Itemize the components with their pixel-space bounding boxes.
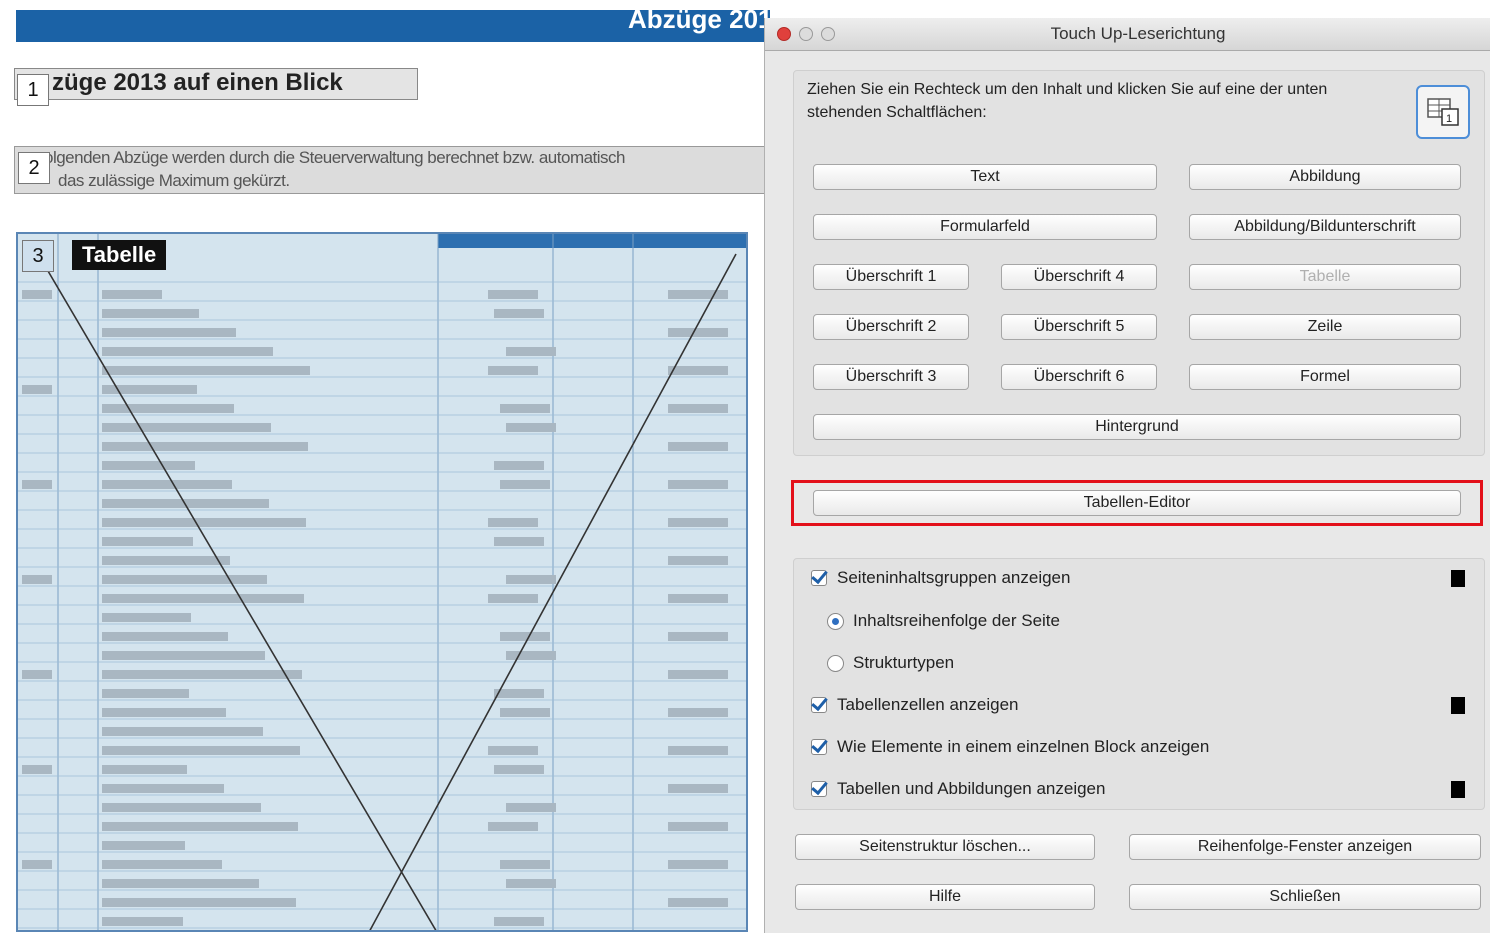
svg-text:1: 1 xyxy=(1446,113,1452,125)
page-content-order-label: Inhaltsreihenfolge der Seite xyxy=(853,611,1060,630)
table-cells-color-swatch[interactable] xyxy=(1451,697,1465,714)
document-banner-text: Abzüge 2013 auf einen Blick xyxy=(628,4,770,34)
show-page-content-groups-label: Seiteninhaltsgruppen anzeigen xyxy=(837,568,1071,587)
cell-button[interactable]: Zeile xyxy=(1189,314,1461,340)
heading-4-button[interactable]: Überschrift 4 xyxy=(1001,264,1157,290)
document-paragraph: olgenden Abzüge werden durch die Steuerv… xyxy=(44,146,764,192)
heading-6-button[interactable]: Überschrift 6 xyxy=(1001,364,1157,390)
table-button[interactable]: Tabelle xyxy=(1189,264,1461,290)
paragraph-line-2: das zulässige Maximum gekürzt. xyxy=(58,171,290,190)
structure-types-label: Strukturtypen xyxy=(853,653,955,672)
document-page: Abzüge 2013 auf einen Blick züge 2013 au… xyxy=(0,0,770,933)
table-block-highlight[interactable] xyxy=(16,232,748,932)
show-order-panel-button[interactable]: Reihenfolge-Fenster anzeigen xyxy=(1129,834,1481,860)
figure-caption-button[interactable]: Abbildung/Bildunterschrift xyxy=(1189,214,1461,240)
table-grid-graphic xyxy=(18,234,746,930)
heading-3-button[interactable]: Überschrift 3 xyxy=(813,364,969,390)
show-table-cells-label: Tabellenzellen anzeigen xyxy=(837,695,1019,714)
table-editor-highlight xyxy=(791,480,1483,526)
text-button[interactable]: Text xyxy=(813,164,1157,190)
structure-types-radio[interactable] xyxy=(827,655,844,672)
order-tag-2[interactable]: 2 xyxy=(18,152,50,184)
document-banner: Abzüge 2013 auf einen Blick xyxy=(16,4,770,42)
heading-5-button[interactable]: Überschrift 5 xyxy=(1001,314,1157,340)
dialog-instruction: Ziehen Sie ein Rechteck um den Inhalt un… xyxy=(807,81,1328,121)
tables-figures-color-swatch[interactable] xyxy=(1451,781,1465,798)
show-as-single-block-label: Wie Elemente in einem einzelnen Block an… xyxy=(837,737,1210,756)
show-tables-figures-label: Tabellen und Abbildungen anzeigen xyxy=(837,779,1106,798)
page-content-order-radio[interactable] xyxy=(827,613,844,630)
formula-button[interactable]: Formel xyxy=(1189,364,1461,390)
display-options-group xyxy=(793,558,1485,810)
help-button[interactable]: Hilfe xyxy=(795,884,1095,910)
background-button[interactable]: Hintergrund xyxy=(813,414,1461,440)
paragraph-line-1: olgenden Abzüge werden durch die Steuerv… xyxy=(44,148,626,167)
figure-button[interactable]: Abbildung xyxy=(1189,164,1461,190)
show-as-single-block-checkbox[interactable] xyxy=(811,739,827,755)
show-page-content-groups-checkbox[interactable] xyxy=(811,570,827,586)
table-order-icon: 1 xyxy=(1427,98,1459,126)
table-type-label: Tabelle xyxy=(72,240,167,270)
heading-2-button[interactable]: Überschrift 2 xyxy=(813,314,969,340)
touchup-reading-order-dialog: Touch Up-Leserichtung Ziehen Sie ein Rec… xyxy=(764,18,1490,933)
reading-order-toggle-button[interactable]: 1 xyxy=(1416,85,1470,139)
dialog-titlebar[interactable]: Touch Up-Leserichtung xyxy=(765,18,1490,51)
close-button[interactable]: Schließen xyxy=(1129,884,1481,910)
structure-types-group xyxy=(793,70,1485,456)
heading-1-button[interactable]: Überschrift 1 xyxy=(813,264,969,290)
document-heading: züge 2013 auf einen Blick xyxy=(52,69,343,96)
show-table-cells-checkbox[interactable] xyxy=(811,697,827,713)
show-tables-figures-checkbox[interactable] xyxy=(811,781,827,797)
order-tag-3[interactable]: 3 xyxy=(22,240,54,272)
order-tag-1[interactable]: 1 xyxy=(17,74,49,106)
clear-page-structure-button[interactable]: Seitenstruktur löschen... xyxy=(795,834,1095,860)
form-field-button[interactable]: Formularfeld xyxy=(813,214,1157,240)
dialog-title: Touch Up-Leserichtung xyxy=(1050,24,1226,43)
content-groups-color-swatch[interactable] xyxy=(1451,570,1465,587)
